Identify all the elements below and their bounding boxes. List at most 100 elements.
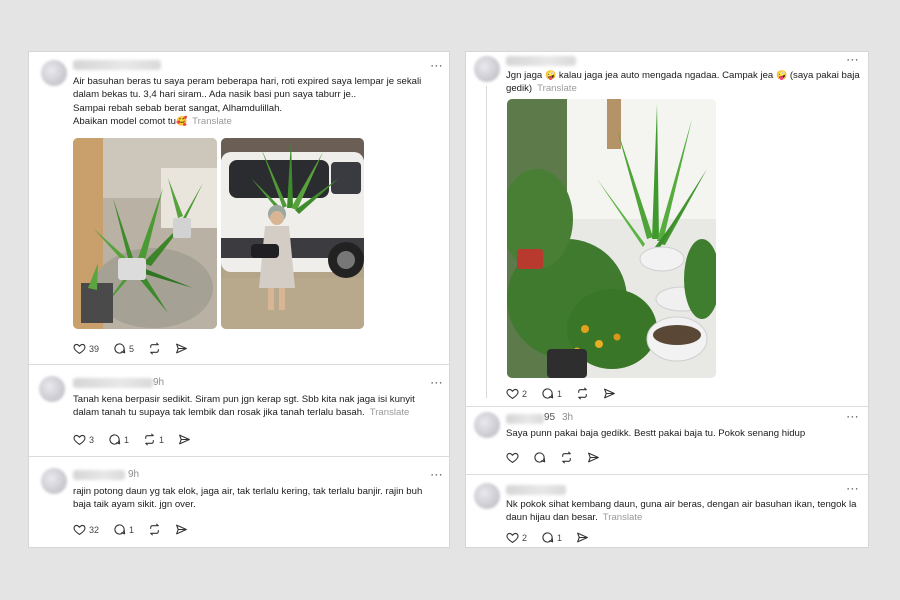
post-body: Tanah kena berpasir sedikit. Siram pun j… [73, 394, 415, 419]
heart-icon [506, 388, 519, 400]
avatar[interactable] [39, 376, 65, 402]
thread-post: 95 3h ⋯ Saya punn pakai baja gedikk. Bes… [466, 407, 868, 475]
like-button[interactable]: 2 [506, 531, 527, 544]
reply-button[interactable]: 1 [541, 387, 562, 400]
post-actions: 2 1 [506, 531, 603, 544]
avatar[interactable] [474, 412, 500, 438]
post-text: Jgn jaga 🤪 kalau jaga jea auto mengada n… [506, 69, 861, 96]
thread-post: 9h ⋯ rajin potong daun yg tak elok, jaga… [29, 457, 449, 549]
emoji: 🥰 [175, 115, 188, 126]
like-button[interactable] [506, 451, 519, 464]
repost-button[interactable] [576, 387, 589, 400]
repost-button[interactable] [560, 451, 573, 464]
repost-count: 1 [159, 434, 165, 445]
post-text: Nk pokok sihat kembang daun, guna air be… [506, 498, 861, 525]
post-body-a: Jgn jaga [506, 70, 543, 81]
share-button[interactable] [175, 342, 188, 355]
send-icon [179, 434, 190, 445]
like-count: 3 [89, 434, 95, 445]
left-screenshot-panel: ⋯ Air basuhan beras tu saya peram bebera… [28, 51, 450, 548]
avatar[interactable] [474, 483, 500, 509]
like-button[interactable]: 2 [506, 387, 527, 400]
comment-icon [542, 388, 554, 399]
photo-plants-image [73, 138, 217, 329]
more-options-button[interactable]: ⋯ [430, 376, 444, 389]
post-text: Tanah kena berpasir sedikit. Siram pun j… [73, 393, 443, 420]
thread-post: ⋯ Nk pokok sihat kembang daun, guna air … [466, 475, 868, 549]
thread-post: 9h ⋯ Tanah kena berpasir sedikit. Siram … [29, 365, 449, 457]
username-blurred[interactable] [506, 485, 566, 495]
comment-icon [114, 524, 126, 535]
username-blurred[interactable] [506, 56, 576, 66]
share-button[interactable] [178, 433, 191, 446]
post-photo-boy-with-plant[interactable] [221, 138, 364, 329]
reply-button[interactable]: 1 [541, 531, 562, 544]
translate-link[interactable]: Translate [370, 407, 410, 418]
translate-link[interactable]: Translate [603, 512, 643, 523]
post-photo-plants[interactable] [73, 138, 217, 329]
emoji: 🤪 [544, 70, 557, 80]
username-blurred[interactable] [73, 378, 153, 388]
post-body: Air basuhan beras tu saya peram beberapa… [73, 76, 422, 127]
post-text: rajin potong daun yg tak elok, jaga air,… [73, 485, 433, 512]
thread-post: ⋯ Air basuhan beras tu saya peram bebera… [29, 52, 449, 365]
more-options-button[interactable]: ⋯ [430, 468, 444, 481]
reply-button[interactable]: 5 [113, 342, 134, 355]
avatar[interactable] [41, 60, 67, 86]
username-blurred[interactable] [506, 414, 544, 424]
more-options-button[interactable]: ⋯ [846, 53, 860, 66]
repost-button[interactable] [148, 342, 161, 355]
post-photo-potted-garden[interactable] [507, 99, 716, 378]
translate-link[interactable]: Translate [537, 83, 577, 94]
like-button[interactable]: 3 [73, 433, 94, 446]
photo-garden-image [507, 99, 716, 378]
send-icon [176, 524, 187, 535]
like-count: 2 [522, 532, 528, 543]
comment-icon [542, 532, 554, 543]
reply-count: 1 [124, 434, 130, 445]
post-actions: 39 5 [73, 342, 202, 355]
send-icon [604, 388, 615, 399]
post-text: Air basuhan beras tu saya peram beberapa… [73, 75, 443, 128]
post-body: rajin potong daun yg tak elok, jaga air,… [73, 486, 423, 511]
share-button[interactable] [587, 451, 600, 464]
avatar[interactable] [41, 468, 67, 494]
photo-boy-image [221, 138, 364, 329]
post-time: 9h [128, 469, 140, 480]
translate-link[interactable]: Translate [192, 116, 232, 127]
repost-icon [562, 451, 571, 464]
repost-button[interactable]: 1 [143, 433, 164, 446]
repost-icon [150, 342, 159, 355]
reply-button[interactable]: 1 [113, 523, 134, 536]
reply-button[interactable] [533, 451, 546, 464]
send-icon [176, 343, 187, 354]
username-blurred[interactable] [73, 60, 161, 70]
share-button[interactable] [603, 387, 616, 400]
more-options-button[interactable]: ⋯ [430, 59, 444, 72]
reply-count: 1 [129, 524, 135, 535]
thread-connector-line [486, 86, 487, 398]
repost-icon [145, 433, 154, 446]
like-count: 2 [522, 388, 528, 399]
post-body-b: kalau jaga jea auto mengada ngadaa. Camp… [558, 70, 774, 81]
heart-icon [73, 524, 86, 536]
like-button[interactable]: 39 [73, 342, 99, 355]
thread-post: ⋯ Jgn jaga 🤪 kalau jaga jea auto mengada… [466, 52, 868, 407]
reply-button[interactable]: 1 [108, 433, 129, 446]
more-options-button[interactable]: ⋯ [846, 410, 860, 423]
send-icon [577, 532, 588, 543]
avatar[interactable] [474, 56, 500, 82]
username-blurred[interactable] [73, 470, 125, 480]
comment-icon [114, 343, 126, 354]
repost-icon [150, 523, 159, 536]
share-button[interactable] [576, 531, 589, 544]
heart-icon [506, 532, 519, 544]
repost-button[interactable] [148, 523, 161, 536]
share-button[interactable] [175, 523, 188, 536]
post-actions: 32 1 [73, 523, 202, 536]
more-options-button[interactable]: ⋯ [846, 482, 860, 495]
like-button[interactable]: 32 [73, 523, 99, 536]
post-actions: 3 1 1 [73, 433, 205, 446]
like-count: 39 [89, 343, 100, 354]
heart-icon [73, 343, 86, 355]
